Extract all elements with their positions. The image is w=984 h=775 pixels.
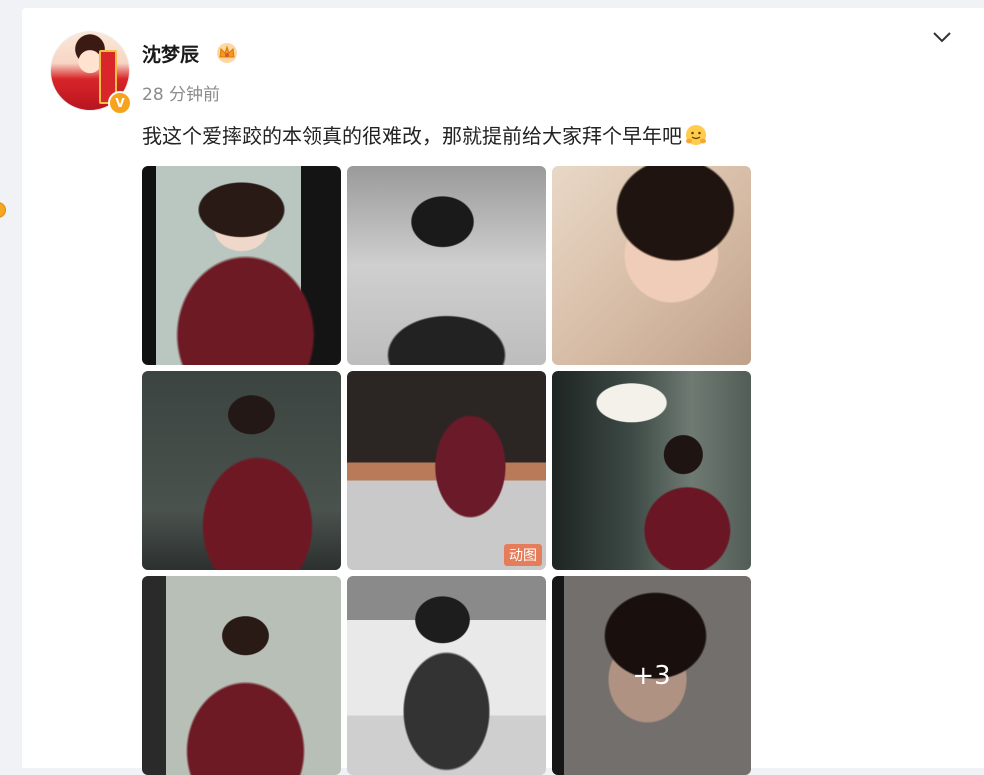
photo-2[interactable] [347,166,546,365]
photo-6[interactable] [552,371,751,570]
photo-7[interactable] [142,576,341,775]
photo-1[interactable] [142,166,341,365]
post-timestamp[interactable]: 28 分钟前 [142,80,220,105]
gif-badge: 动图 [504,544,542,566]
chevron-down-icon[interactable] [932,30,952,44]
photo-9[interactable]: +3 [552,576,751,775]
photo-4[interactable] [142,371,341,570]
crown-icon [217,43,237,63]
post-text: 我这个爱摔跤的本领真的很难改，那就提前给大家拜个早年吧 [142,120,708,149]
more-photos-overlay[interactable]: +3 [552,576,751,775]
photo-3[interactable] [552,166,751,365]
post-text-content: 我这个爱摔跤的本领真的很难改，那就提前给大家拜个早年吧 [142,124,682,148]
photo-5[interactable]: 动图 [347,371,546,570]
hug-emoji-icon [686,125,706,145]
side-indicator-icon [0,202,6,218]
username[interactable]: 沈梦辰 [142,40,199,67]
photo-8[interactable] [347,576,546,775]
verified-badge-icon: V [108,91,132,115]
